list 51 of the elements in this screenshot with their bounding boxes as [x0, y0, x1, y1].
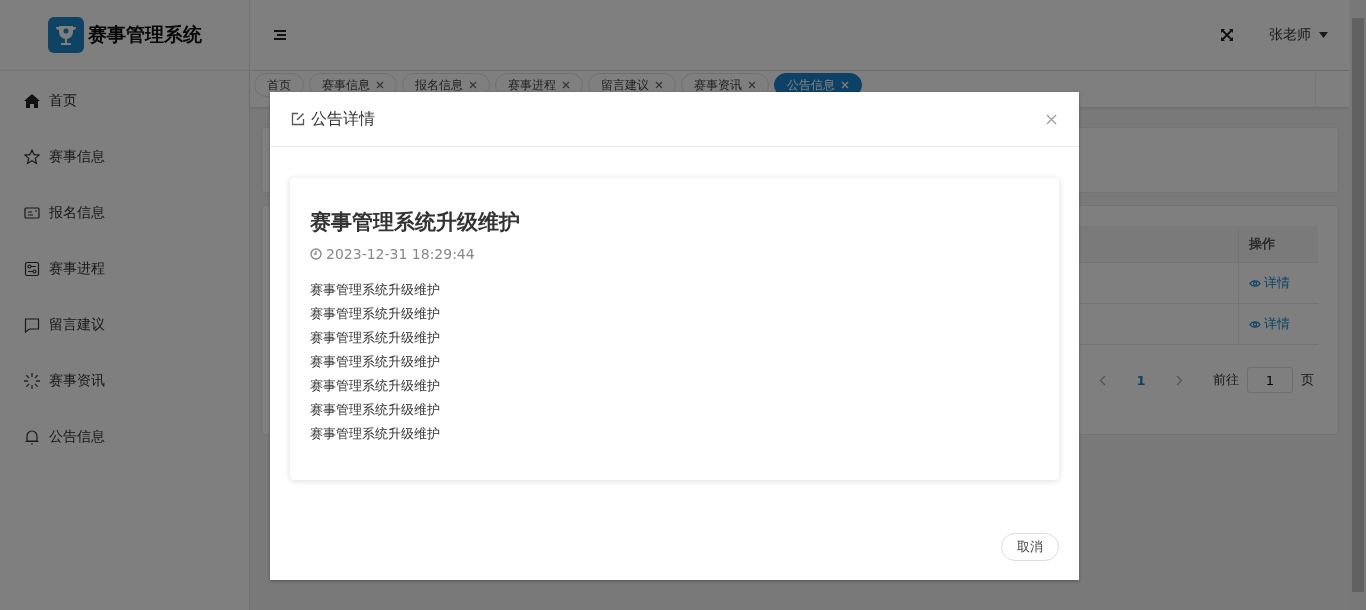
id-card-icon — [24, 205, 40, 221]
close-tab-icon[interactable] — [655, 81, 663, 89]
sidebar-item[interactable]: 赛事资讯 — [49, 372, 105, 390]
menu-icon[interactable] — [274, 30, 286, 40]
close-tab-icon[interactable] — [562, 81, 570, 89]
close-tab-icon[interactable] — [376, 81, 384, 89]
article-text-line: 赛事管理系统升级维护 — [310, 329, 441, 347]
close-tab-icon[interactable] — [748, 81, 756, 89]
article-text-line: 赛事管理系统升级维护 — [310, 353, 441, 371]
clock-icon — [310, 248, 322, 260]
dialog-title: 公告详情 — [311, 108, 375, 130]
details-link[interactable]: 详情 — [1249, 315, 1290, 333]
sliders-icon — [24, 261, 40, 277]
cancel-button[interactable]: 取消 — [1001, 533, 1059, 561]
eye-icon — [1249, 278, 1261, 288]
page-number[interactable]: 1 — [1126, 372, 1156, 388]
article-text-line: 赛事管理系统升级维护 — [310, 281, 441, 299]
article-text-line: 赛事管理系统升级维护 — [310, 377, 441, 395]
scrollbar[interactable] — [1350, 0, 1366, 610]
fullscreen-icon[interactable] — [1221, 29, 1233, 41]
sidebar-item[interactable]: 首页 — [49, 92, 77, 110]
caret-icon[interactable] — [1319, 32, 1328, 38]
trophy-logo-icon — [47, 17, 84, 53]
prev-page-button[interactable] — [1099, 374, 1106, 386]
sidebar-item[interactable]: 公告信息 — [49, 428, 105, 446]
chat-icon — [24, 317, 40, 333]
sidebar-item[interactable]: 赛事进程 — [49, 260, 105, 278]
close-tab-icon[interactable] — [469, 81, 477, 89]
eye-icon — [1249, 319, 1261, 329]
article-text-line: 赛事管理系统升级维护 — [310, 305, 441, 323]
goto-label: 前往 — [1213, 371, 1239, 389]
column-header: 操作 — [1238, 226, 1318, 262]
sidebar-item[interactable]: 赛事信息 — [49, 148, 105, 166]
details-link[interactable]: 详情 — [1249, 274, 1290, 292]
article-text-line: 赛事管理系统升级维护 — [310, 401, 441, 419]
article-text-line: 赛事管理系统升级维护 — [310, 425, 441, 443]
page-unit: 页 — [1301, 371, 1314, 389]
sidebar-item[interactable]: 报名信息 — [49, 204, 105, 222]
star-icon — [24, 149, 40, 165]
next-page-button[interactable] — [1176, 374, 1183, 386]
bell-icon — [24, 429, 40, 445]
article-title: 赛事管理系统升级维护 — [310, 209, 521, 236]
home-icon — [24, 93, 40, 109]
user-menu[interactable]: 张老师 — [1269, 26, 1311, 44]
publish-time: 2023-12-31 18:29:44 — [326, 246, 475, 262]
sidebar-item[interactable]: 留言建议 — [49, 316, 105, 334]
close-icon[interactable] — [1046, 113, 1057, 125]
page-input[interactable]: 1 — [1247, 367, 1293, 393]
app-title: 赛事管理系统 — [87, 22, 202, 47]
loading-icon — [24, 373, 40, 389]
edit-icon — [291, 112, 305, 126]
